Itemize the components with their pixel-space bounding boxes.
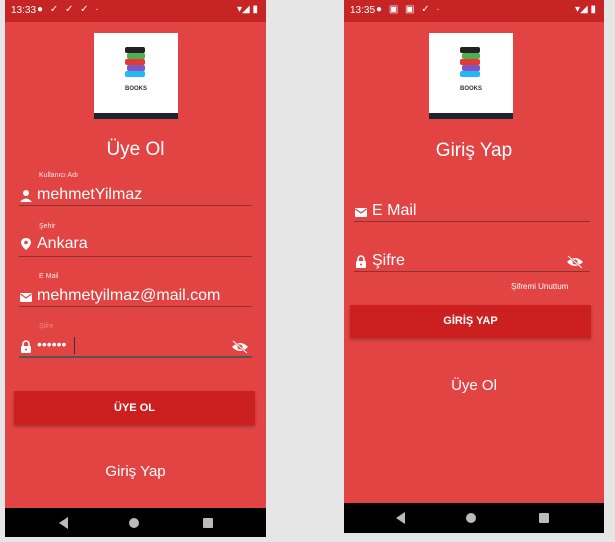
lock-icon	[356, 255, 366, 268]
city-input[interactable]: Ankara	[37, 235, 88, 253]
email-underline	[19, 306, 252, 307]
email-underline	[354, 221, 590, 222]
email-input[interactable]: E Mail	[372, 202, 416, 220]
email-input[interactable]: mehmetyilmaz@mail.com	[37, 287, 220, 305]
mail-icon	[355, 208, 367, 217]
status-time: 13:33	[11, 5, 37, 16]
password-input[interactable]: Şifre	[372, 252, 405, 270]
battery-signal-icon: ▾◢ ▮	[237, 4, 258, 15]
logo-caption: BOOKS	[124, 86, 147, 92]
status-bar: 13:35 ● ▣ ▣ ✓ · ▾◢ ▮	[344, 0, 604, 22]
login-link[interactable]: Giriş Yap	[5, 463, 266, 480]
username-input[interactable]: mehmetYilmaz	[37, 186, 142, 204]
password-underline	[354, 271, 590, 272]
books-icon	[460, 47, 480, 77]
login-screen: 13:35 ● ▣ ▣ ✓ · ▾◢ ▮ BOOKS Giriş Yap E M…	[344, 0, 604, 533]
recent-apps-icon[interactable]	[539, 513, 549, 523]
books-logo: BOOKS	[94, 33, 178, 119]
page-title: Üye Ol	[106, 139, 165, 160]
back-icon[interactable]	[396, 512, 405, 524]
logo-caption: BOOKS	[459, 86, 482, 92]
notification-icons: ● ✓ ✓ ✓ ·	[37, 4, 101, 15]
text-cursor	[74, 337, 75, 354]
navigation-bar	[5, 508, 266, 537]
logo-footer	[94, 113, 178, 119]
username-underline	[19, 205, 252, 206]
notification-icons: ● ▣ ▣ ✓ ·	[376, 4, 442, 15]
battery-signal-icon: ▾◢ ▮	[575, 4, 596, 15]
logo-footer	[429, 113, 513, 119]
recent-apps-icon[interactable]	[203, 518, 213, 528]
forgot-password-link[interactable]: Şifremi Unuttum	[511, 282, 568, 291]
page-title: Giriş Yap	[435, 140, 513, 161]
register-link[interactable]: Üye Ol	[344, 377, 604, 394]
location-pin-icon	[21, 238, 31, 250]
status-time: 13:35	[350, 5, 376, 16]
mail-icon	[20, 293, 32, 302]
password-input[interactable]: ••••••	[37, 336, 66, 352]
back-icon[interactable]	[59, 517, 68, 529]
navigation-bar	[344, 503, 604, 533]
person-icon	[20, 190, 32, 202]
login-button[interactable]: GİRİŞ YAP	[350, 305, 591, 338]
home-icon[interactable]	[466, 513, 476, 523]
password-underline	[19, 356, 252, 358]
home-icon[interactable]	[129, 518, 139, 528]
books-logo: BOOKS	[429, 33, 513, 119]
city-label: Şehir	[39, 223, 56, 230]
email-label: E Mail	[39, 273, 59, 280]
register-screen: 13:33 ● ✓ ✓ ✓ · ▾◢ ▮ BOOKS Üye Ol Kullan…	[5, 0, 266, 537]
books-icon	[125, 47, 145, 77]
password-label: Şifre	[39, 323, 54, 330]
eye-off-icon[interactable]	[566, 255, 584, 269]
username-label: Kullanıcı Adı	[39, 172, 78, 179]
eye-off-icon[interactable]	[231, 340, 249, 354]
lock-icon	[21, 340, 31, 353]
register-button[interactable]: ÜYE OL	[14, 391, 255, 425]
city-underline	[19, 256, 252, 257]
status-bar: 13:33 ● ✓ ✓ ✓ · ▾◢ ▮	[5, 0, 266, 22]
